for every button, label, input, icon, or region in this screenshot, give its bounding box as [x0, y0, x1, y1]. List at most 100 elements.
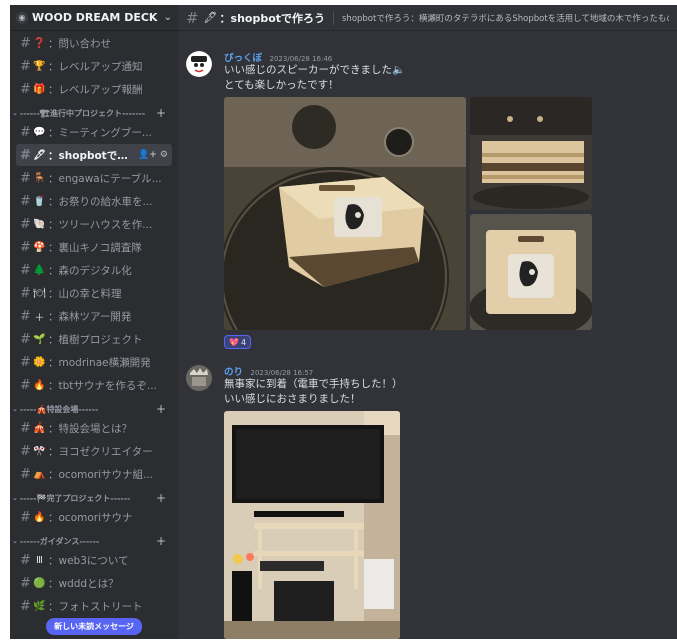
channel-hash-icon: # — [20, 575, 31, 591]
sidebar-channel-item[interactable]: # 🪑 ：engawaにテーブル... — [16, 167, 172, 189]
channel-hash-icon: # — [20, 216, 31, 232]
channel-hash-icon: # — [186, 8, 199, 27]
sidebar-channel-item[interactable]: # 🎌 ：ヨコゼクリエイター — [16, 440, 172, 462]
message-header: のり 2023/06/28 16:57 — [224, 364, 313, 378]
new-unread-messages-pill[interactable]: 新しい未読メッセージ — [46, 618, 142, 635]
channel-emoji-icon: 🍄 — [33, 241, 46, 253]
channel-label: ：問い合わせ — [48, 37, 111, 50]
channel-label: ：ツリーハウスを作... — [48, 218, 153, 231]
chevron-down-icon[interactable]: ⌄ — [12, 537, 18, 545]
channel-settings-icon[interactable]: 👤+ ⚙ — [138, 150, 168, 160]
message-line: 無事家に到着（電車で手持ちした！） — [224, 378, 403, 390]
tv-shelf-photo[interactable] — [224, 411, 400, 639]
timestamp: 2023/06/28 16:57 — [250, 369, 314, 377]
channel-category[interactable]: ⌄ -----🏁完了プロジェクト------ + — [10, 491, 178, 505]
reaction-heart[interactable]: 💖 4 — [224, 335, 252, 349]
channel-category[interactable]: ⌄ ------🏗進行中プロジェクト------- + — [10, 106, 178, 120]
sidebar-channel-item[interactable]: # Ⅲ ：web3について — [16, 549, 172, 571]
channel-hash-icon: # — [20, 509, 31, 525]
channel-label: ：modrinae横瀬開発 — [48, 356, 151, 369]
sidebar-channel-item[interactable]: # 🟢 ：wdddとは？ — [16, 572, 172, 594]
channel-emoji-icon: 🐚 — [33, 218, 46, 230]
channel-header: # 🖋 ：shopbotで作ろう shopbotで作ろう：横瀬町のタテラボにある… — [178, 5, 677, 31]
channel-hash-icon: # — [20, 331, 31, 347]
add-channel-icon[interactable]: + — [156, 106, 166, 120]
chevron-down-icon[interactable]: ⌄ — [164, 12, 172, 23]
sidebar-channel-item[interactable]: # 🎁 ：レベルアップ報酬 — [16, 78, 172, 100]
channel-hash-icon: # — [20, 354, 31, 370]
sidebar-channel-item[interactable]: # 💬 ：ミーティングブー... — [16, 121, 172, 143]
channel-label: ：engawaにテーブル... — [48, 172, 162, 185]
channel-hash-icon: # — [20, 552, 31, 568]
message-header: びっくぼ 2023/06/28 16:46 — [224, 50, 332, 64]
reaction-count: 4 — [240, 337, 247, 347]
sidebar-channel-item[interactable]: # 🎪 ：特設会場とは？ — [16, 417, 172, 439]
sidebar-channel-item[interactable]: # 🔥 ：ocomoriサウナ — [16, 506, 172, 528]
server-header[interactable]: ◉ WOOD DREAM DECK ⌄ — [10, 5, 178, 31]
sidebar-channel-item[interactable]: # 🔥 ：tbtサウナを作るぞ... — [16, 374, 172, 396]
channel-emoji-icon: 🎌 — [33, 445, 46, 457]
channel-label: ：wdddとは？ — [48, 577, 119, 590]
channel-label: ：森のデジタル化 — [48, 264, 132, 277]
message-line: いい感じのスピーカーができました🔈 — [224, 64, 406, 76]
header-divider — [333, 10, 334, 25]
channel-hash-icon: # — [20, 420, 31, 436]
sidebar-channel-item[interactable]: # ⛺ ：ocomoriサウナ組... — [16, 463, 172, 485]
sidebar-channel-item[interactable]: # ＋：森林ツアー開発 — [16, 305, 172, 327]
sidebar-channel-item[interactable]: # 🐚 ：ツリーハウスを作... — [16, 213, 172, 235]
channel-category[interactable]: ⌄ -----🎪特設会場------ + — [10, 402, 178, 416]
server-name: WOOD DREAM DECK — [32, 11, 158, 24]
message-line: とても楽しかったです！ — [224, 79, 339, 91]
chevron-down-icon[interactable]: ⌄ — [12, 405, 18, 413]
channel-emoji-icon: 🪑 — [33, 172, 46, 184]
channel-hash-icon: # — [20, 170, 31, 186]
category-label: ------🏗進行中プロジェクト------- — [19, 108, 146, 118]
channel-label: ：レベルアップ報酬 — [48, 83, 143, 96]
channel-hash-icon: # — [20, 35, 31, 51]
sidebar-channel-item[interactable]: # 🌱 ：植樹プロジェクト — [16, 328, 172, 350]
sidebar-channel-item[interactable]: # 🍄 ：裏山キノコ調査隊 — [16, 236, 172, 258]
chevron-down-icon[interactable]: ⌄ — [12, 494, 18, 502]
speaker-photo-front[interactable] — [470, 214, 592, 330]
avatar[interactable] — [186, 365, 212, 391]
sidebar-channel-item[interactable]: # ❓ ：問い合わせ — [16, 32, 172, 54]
sidebar-channel-item[interactable]: # 🏆 ：レベルアップ通知 — [16, 55, 172, 77]
sidebar-channel-item[interactable]: # 🥤 ：お祭りの給水車を... — [16, 190, 172, 212]
category-label: -----🏁完了プロジェクト------ — [19, 493, 131, 503]
add-channel-icon[interactable]: + — [156, 491, 166, 505]
sidebar-channel-item[interactable]: # 🌿 ：フォトストリート — [16, 595, 172, 617]
channel-category[interactable]: ⌄ ------ガイダンス------ + — [10, 534, 178, 548]
channel-emoji-icon: 🟢 — [33, 577, 46, 589]
channel-emoji-icon: 🥤 — [33, 195, 46, 207]
discord-window: ◉ WOOD DREAM DECK ⌄ # ❓ ：問い合わせ # 🏆 ：レベルアップ通知 #… — [10, 5, 677, 639]
avatar[interactable] — [186, 51, 212, 77]
channel-hash-icon: # — [20, 443, 31, 459]
channel-emoji-icon: 💬 — [33, 126, 46, 138]
channel-hash-icon: # — [20, 239, 31, 255]
category-label: ------ガイダンス------ — [19, 536, 100, 546]
channel-title: ：shopbotで作ろう — [219, 11, 326, 25]
message-item[interactable]: のり 2023/06/28 16:57 無事家に到着（電車で手持ちした！） いい… — [178, 363, 677, 639]
speaker-photo-main[interactable] — [224, 97, 466, 330]
channel-emoji-icon: ＋ — [34, 312, 45, 324]
channel-hash-icon: # — [20, 58, 31, 74]
sidebar-channel-item[interactable]: # 🌲 ：森のデジタル化 — [16, 259, 172, 281]
channel-label: ：森林ツアー開発 — [48, 310, 132, 323]
message-item[interactable]: びっくぼ 2023/06/28 16:46 いい感じのスピーカーができました🔈 … — [178, 51, 677, 351]
channel-emoji-icon: Ⅲ — [36, 554, 43, 566]
channel-emoji-icon: 🌲 — [33, 264, 46, 276]
sidebar-channel-item[interactable]: # 🖋 ：shopbotで作... 👤+ ⚙ — [16, 144, 172, 166]
channel-topic[interactable]: shopbotで作ろう：横瀬町のタテラボにあるShopbotを活用して地域の木で… — [342, 12, 669, 24]
sidebar-channel-item[interactable]: # 🌼 ：modrinae横瀬開発 — [16, 351, 172, 373]
add-channel-icon[interactable]: + — [156, 402, 166, 416]
channel-hash-icon: # — [20, 308, 31, 324]
speaker-photo-side[interactable] — [470, 97, 592, 210]
channel-hash-icon: # — [20, 147, 31, 163]
channel-label: ：レベルアップ通知 — [48, 60, 143, 73]
sidebar-channel-item[interactable]: # 🍽 ：山の幸と料理 — [16, 282, 172, 304]
channel-list: # ❓ ：問い合わせ # 🏆 ：レベルアップ通知 # 🎁 ：レベルアップ報酬 ⌄ ------🏗進行… — [10, 32, 178, 617]
add-channel-icon[interactable]: + — [156, 534, 166, 548]
chevron-down-icon[interactable]: ⌄ — [12, 109, 18, 117]
channel-emoji-icon: 🎁 — [33, 83, 46, 95]
channel-emoji-icon: 🌱 — [33, 333, 46, 345]
